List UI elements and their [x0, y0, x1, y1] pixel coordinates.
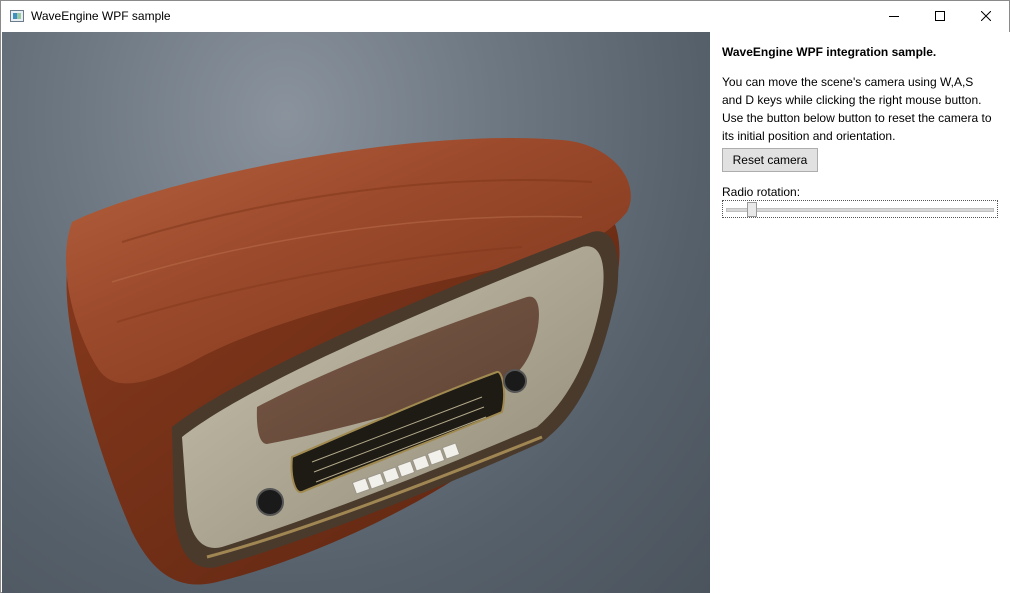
maximize-button[interactable] — [917, 1, 963, 31]
slider-thumb[interactable] — [747, 202, 757, 217]
maximize-icon — [935, 11, 945, 21]
title-bar[interactable]: WaveEngine WPF sample — [1, 1, 1009, 31]
minimize-button[interactable] — [871, 1, 917, 31]
close-icon — [981, 11, 991, 21]
panel-description: You can move the scene's camera using W,… — [722, 75, 992, 143]
side-panel: WaveEngine WPF integration sample. You c… — [710, 32, 1010, 593]
window-title: WaveEngine WPF sample — [31, 9, 171, 23]
close-button[interactable] — [963, 1, 1009, 31]
app-window-icon — [10, 10, 24, 22]
radio-rotation-slider[interactable] — [722, 200, 998, 218]
slider-track[interactable] — [726, 208, 994, 212]
panel-heading: WaveEngine WPF integration sample. — [722, 45, 937, 59]
app-window: WaveEngine WPF sample WaveEngine WPF int… — [0, 0, 1010, 593]
3d-scene-viewport[interactable] — [2, 32, 710, 593]
radio-model — [66, 138, 631, 585]
reset-camera-button[interactable]: Reset camera — [722, 148, 818, 172]
minimize-icon — [889, 16, 899, 17]
radio-rotation-label: Radio rotation: — [722, 185, 801, 199]
